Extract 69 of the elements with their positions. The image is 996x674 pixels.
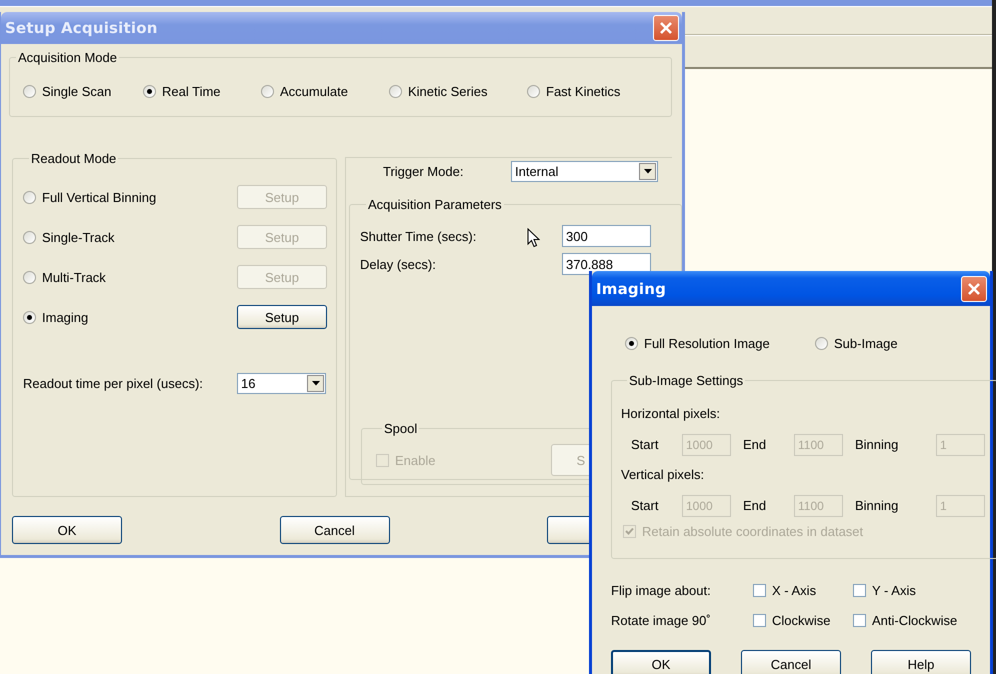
group-label: Acquisition Parameters [367, 197, 503, 212]
field-label: Readout time per pixel (usecs): [23, 376, 204, 391]
radio-button[interactable] [23, 270, 36, 284]
radio-button[interactable] [23, 85, 36, 98]
mouse-pointer-icon [527, 228, 540, 248]
field-label: End [743, 498, 768, 513]
close-button[interactable] [961, 276, 987, 302]
checkbox-label: Enable [395, 452, 436, 468]
checkbox-label: Y - Axis [872, 582, 916, 598]
group-label: Sub-Image Settings [628, 373, 744, 388]
field-label: End [743, 437, 768, 452]
radio-label: Real Time [162, 84, 221, 99]
dialog-button[interactable]: Help [871, 650, 971, 674]
radio-button[interactable] [815, 337, 828, 350]
dialog-button[interactable]: Cancel [280, 516, 390, 544]
checkbox[interactable] [753, 584, 766, 596]
window-title: Setup Acquisition [5, 19, 158, 37]
radio-label: Accumulate [280, 84, 348, 99]
radio-button[interactable] [527, 85, 540, 98]
radio-label: Full Vertical Binning [42, 190, 156, 204]
field-label: Delay (secs): [360, 256, 436, 272]
caret-icon [644, 168, 652, 174]
checkbox-label: X - Axis [772, 582, 816, 598]
field-label: Shutter Time (secs): [360, 228, 476, 244]
radio-button[interactable] [389, 85, 402, 98]
radio-label: Kinetic Series [408, 84, 488, 99]
caret-icon [312, 381, 320, 386]
field-label: Flip image about: [611, 582, 712, 598]
dialog-button[interactable]: OK [12, 516, 122, 544]
dialog-button[interactable]: OK [611, 650, 711, 674]
radio-button[interactable] [23, 310, 36, 324]
checkbox[interactable] [853, 584, 866, 596]
setup-button[interactable]: Setup [237, 305, 327, 329]
radio-button[interactable] [261, 85, 274, 98]
checkbox-label: Clockwise [772, 612, 831, 628]
radio-button[interactable] [143, 85, 156, 98]
close-icon [659, 21, 673, 35]
radio-button[interactable] [23, 190, 36, 204]
dialog-button[interactable]: Cancel [741, 650, 841, 674]
group-label: Readout Mode [30, 151, 118, 166]
close-button[interactable] [653, 15, 679, 41]
field-label: Start [631, 437, 660, 452]
trigger-mode-dropdown[interactable]: Internal [511, 160, 658, 182]
radio-label: Imaging [42, 310, 88, 324]
text-field[interactable]: 300 [562, 225, 651, 247]
radio-label: Single-Track [42, 230, 114, 244]
checkbox[interactable] [753, 614, 766, 626]
radio-label: Fast Kinetics [546, 84, 620, 99]
field-label: Binning [855, 437, 900, 452]
field-label: Horizontal pixels: [621, 405, 721, 423]
close-icon [967, 282, 981, 296]
checkbox[interactable] [853, 614, 866, 626]
checkbox-label: Anti-Clockwise [872, 612, 958, 628]
field-label: Start [631, 498, 660, 513]
radio-button[interactable] [625, 337, 638, 350]
radio-label: Sub-Image [834, 336, 898, 351]
group-label: Spool [383, 421, 418, 436]
field-label: Trigger Mode: [383, 164, 464, 178]
field-label: Rotate image 90˚ [611, 612, 712, 628]
group-label: Acquisition Mode [17, 50, 118, 65]
radio-label: Full Resolution Image [644, 336, 770, 351]
radio-label: Single Scan [42, 84, 112, 99]
readout-time-dropdown[interactable]: 16 [237, 373, 326, 394]
field-label: Binning [855, 498, 900, 513]
field-label: Vertical pixels: [621, 466, 706, 484]
radio-label: Multi-Track [42, 270, 106, 284]
radio-button[interactable] [23, 230, 36, 244]
checkbox-label: Retain absolute coordinates in dataset [642, 524, 864, 539]
window-title: Imaging [596, 280, 666, 298]
